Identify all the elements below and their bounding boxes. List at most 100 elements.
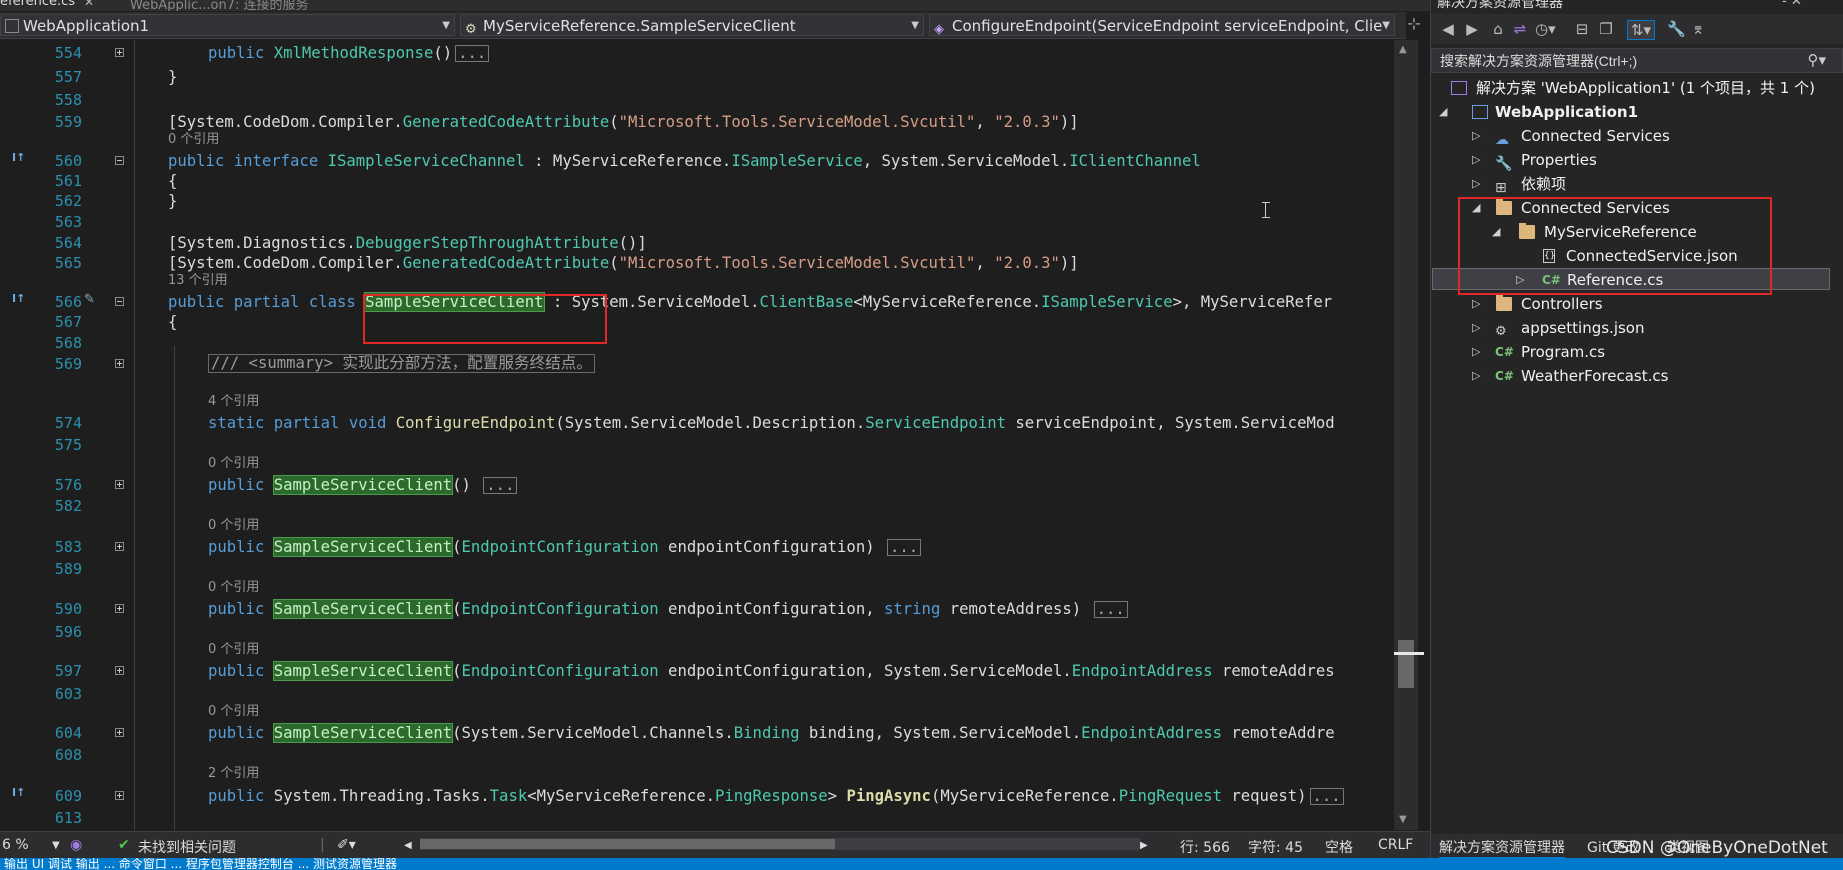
csharp-file-icon: C#	[1495, 345, 1514, 359]
expand-icon[interactable]	[115, 48, 124, 57]
collapsed-region[interactable]: ...	[1093, 601, 1128, 618]
implementation-marker-icon[interactable]: I↑	[12, 292, 25, 305]
column-indicator[interactable]: 字符: 45	[1248, 837, 1303, 857]
tree-item-project[interactable]: ◢ WebApplication1	[1430, 101, 1843, 123]
expand-icon[interactable]	[115, 542, 124, 551]
expand-icon[interactable]	[115, 480, 124, 489]
scrollbar-thumb[interactable]	[1398, 640, 1414, 688]
tree-item-dependencies[interactable]: ▷ ⊞ 依赖项	[1430, 173, 1843, 196]
code-line: I↑ 566 ✎ public partial class SampleServ…	[12, 292, 1333, 312]
tab-connected-service[interactable]: WebApplic...on7: 连接的服务	[130, 0, 308, 11]
project-dropdown[interactable]: WebApplication1 ▼	[0, 14, 455, 36]
reference-count[interactable]: 13 个引用	[168, 273, 228, 289]
scroll-down-icon[interactable]: ▼	[1399, 814, 1407, 825]
collapsed-arrow-icon[interactable]: ▷	[1472, 125, 1480, 147]
reference-count[interactable]: 0 个引用	[208, 456, 259, 472]
tree-item-controllers[interactable]: ▷ Controllers	[1430, 293, 1843, 315]
code-line: 596	[0, 622, 1394, 642]
code-editor[interactable]: eference.cs ✕ WebApplic...on7: 连接的服务 Web…	[0, 0, 1430, 870]
scroll-left-icon[interactable]: ◀	[404, 840, 412, 851]
reference-count[interactable]: 2 个引用	[208, 766, 259, 782]
line-number: 596	[54, 623, 82, 641]
pending-changes-icon[interactable]: ◷▾	[1535, 20, 1556, 38]
tree-item-weather-forecast[interactable]: ▷ C# WeatherForecast.cs	[1430, 365, 1843, 387]
scroll-up-icon[interactable]: ▲	[1399, 44, 1407, 55]
tree-item-program[interactable]: ▷ C# Program.cs	[1430, 341, 1843, 363]
code-line: 604 public SampleServiceClient(System.Se…	[0, 723, 1394, 743]
code-line: 582	[0, 496, 1394, 516]
whitespace-indicator[interactable]: 空格	[1325, 837, 1353, 857]
line-indicator[interactable]: 行: 566	[1180, 837, 1230, 857]
collapsed-arrow-icon[interactable]: ▷	[1472, 149, 1480, 171]
reference-count[interactable]: 4 个引用	[208, 394, 259, 410]
tree-item-appsettings[interactable]: ▷ ⚙ appsettings.json	[1430, 317, 1843, 339]
code-cleanup-icon[interactable]: ✐▾	[337, 837, 356, 853]
preview-icon[interactable]: ⌆	[1689, 20, 1707, 38]
issues-status[interactable]: 未找到相关问题	[138, 837, 236, 857]
vertical-scrollbar[interactable]: ▲ ▼	[1394, 40, 1418, 830]
tree-item-label: WebApplication1	[1495, 103, 1639, 121]
line-number: 589	[54, 560, 82, 578]
tab-reference-cs[interactable]: eference.cs	[0, 0, 75, 9]
search-icon[interactable]: ⚲▾	[1807, 51, 1826, 69]
collapse-icon[interactable]	[115, 297, 124, 306]
collapse-icon[interactable]	[115, 156, 124, 165]
expand-icon[interactable]	[115, 604, 124, 613]
collapsed-arrow-icon[interactable]: ▷	[1472, 173, 1480, 195]
collapsed-arrow-icon[interactable]: ▷	[1472, 341, 1480, 363]
tree-item-solution[interactable]: 解决方案 'WebApplication1' (1 个项目，共 1 个)	[1430, 77, 1843, 99]
properties-wrench-icon[interactable]: 🔧	[1667, 20, 1686, 38]
collapsed-region[interactable]: ...	[455, 45, 490, 62]
collapsed-arrow-icon[interactable]: ▷	[1472, 293, 1480, 315]
collapsed-region[interactable]: ...	[483, 477, 518, 494]
expand-icon[interactable]	[115, 728, 124, 737]
reference-count[interactable]: 0 个引用	[168, 132, 219, 148]
forward-icon[interactable]: ▶	[1463, 20, 1481, 38]
solution-explorer-search[interactable]: ⚲▾	[1431, 48, 1843, 73]
chevron-down-icon[interactable]: ▼	[52, 840, 60, 851]
expand-icon[interactable]	[115, 359, 124, 368]
show-all-files-icon[interactable]: ❐	[1597, 20, 1615, 38]
chevron-down-icon: ▼	[442, 20, 450, 31]
switch-views-icon[interactable]: ⇌	[1511, 20, 1529, 38]
code-area[interactable]: 554 public XmlMethodResponse()... 557 } …	[0, 40, 1394, 830]
collapsed-arrow-icon[interactable]: ▷	[1472, 317, 1480, 339]
tree-item-properties[interactable]: ▷ 🔧 Properties	[1430, 149, 1843, 172]
bottom-tabs-label[interactable]: 输出 UI 调试 输出 ... 命令窗口 ... 程序包管理器控制台 ... 测…	[4, 858, 397, 870]
line-number: 603	[54, 685, 82, 703]
back-icon[interactable]: ◀	[1439, 20, 1457, 38]
horizontal-scrollbar-thumb[interactable]	[420, 839, 835, 849]
expand-icon[interactable]	[115, 791, 124, 800]
collapsed-region[interactable]: ...	[1309, 788, 1344, 805]
code-line: 575	[0, 435, 1394, 455]
home-icon[interactable]: ⌂	[1489, 20, 1507, 38]
tree-item-connected-services[interactable]: ▷ ☁ Connected Services	[1430, 125, 1843, 148]
pin-icon[interactable]: ‑ ✕	[1782, 0, 1802, 9]
scroll-right-icon[interactable]: ▶	[1140, 840, 1148, 851]
member-dropdown[interactable]: ◈ ConfigureEndpoint(ServiceEndpoint servi…	[929, 14, 1395, 36]
split-window-icon[interactable]: ⊹	[1404, 14, 1424, 36]
expanded-arrow-icon[interactable]: ◢	[1439, 101, 1447, 123]
type-dropdown[interactable]: ⚙ MyServiceReference.SampleServiceClient …	[460, 14, 924, 36]
collapsed-comment[interactable]: /// <summary> 实现此分部方法，配置服务终结点。	[208, 354, 595, 373]
reference-count[interactable]: 0 个引用	[208, 580, 259, 596]
edit-pencil-icon[interactable]: ✎	[84, 292, 95, 307]
copilot-icon[interactable]: ◉	[70, 837, 82, 853]
reference-count[interactable]: 0 个引用	[208, 518, 259, 534]
reference-count[interactable]: 0 个引用	[208, 704, 259, 720]
line-ending-indicator[interactable]: CRLF	[1378, 837, 1413, 853]
search-input[interactable]	[1438, 49, 1802, 73]
line-number: 561	[54, 172, 82, 190]
code-line: 608	[0, 745, 1394, 765]
implementation-marker-icon[interactable]: I↑	[12, 786, 25, 799]
zoom-level[interactable]: 6 %	[2, 837, 29, 853]
collapsed-region[interactable]: ...	[887, 539, 922, 556]
reference-count[interactable]: 0 个引用	[208, 642, 259, 658]
close-icon[interactable]: ✕	[84, 0, 94, 9]
expand-icon[interactable]	[115, 666, 124, 675]
implementation-marker-icon[interactable]: I↑	[12, 151, 25, 164]
collapsed-arrow-icon[interactable]: ▷	[1472, 365, 1480, 387]
tab-solution-explorer[interactable]: 解决方案资源管理器	[1439, 837, 1565, 859]
sync-active-document-icon[interactable]: ⇅▾	[1627, 20, 1655, 40]
collapse-all-icon[interactable]: ⊟	[1573, 20, 1591, 38]
